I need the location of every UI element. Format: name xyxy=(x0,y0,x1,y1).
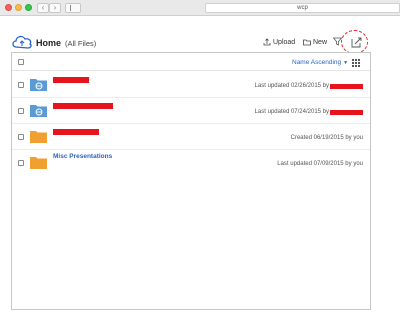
row-meta: Created 06/19/2015 by you xyxy=(290,135,363,141)
folder-icon xyxy=(30,131,47,143)
sidebar-toggle-button[interactable] xyxy=(65,3,81,13)
row-meta: Last updated 02/26/2015 by xyxy=(255,83,363,89)
file-list-panel: Name Ascending ▼ Last updated 02/26/2015… xyxy=(11,52,371,310)
file-name[interactable]: Misc Presentations xyxy=(53,153,112,160)
list-item[interactable]: Created 06/19/2015 by you xyxy=(12,124,370,150)
file-name-redacted[interactable] xyxy=(53,129,99,135)
select-all-checkbox[interactable] xyxy=(18,59,24,65)
file-browser-app: Home (All Files) Upload New Name Ascendi… xyxy=(0,17,400,314)
forward-button[interactable]: › xyxy=(49,3,61,13)
row-checkbox[interactable] xyxy=(18,108,24,114)
upload-icon xyxy=(263,38,271,46)
address-bar[interactable]: wcp xyxy=(205,3,400,13)
list-header: Name Ascending ▼ xyxy=(12,53,370,71)
row-checkbox[interactable] xyxy=(18,134,24,140)
shared-folder-icon xyxy=(30,105,47,117)
list-item[interactable]: Last updated 07/24/2015 by xyxy=(12,98,370,124)
page-subtitle: (All Files) xyxy=(65,39,97,48)
close-window-button[interactable] xyxy=(5,4,12,11)
caret-down-icon: ▼ xyxy=(343,59,349,66)
list-item[interactable]: Misc Presentations Last updated 07/09/20… xyxy=(12,150,370,176)
list-item[interactable]: Last updated 02/26/2015 by xyxy=(12,72,370,98)
maximize-window-button[interactable] xyxy=(25,4,32,11)
row-meta: Last updated 07/09/2015 by you xyxy=(277,161,363,167)
sort-dropdown[interactable]: Name Ascending ▼ xyxy=(292,59,348,66)
minimize-window-button[interactable] xyxy=(15,4,22,11)
page-title: Home xyxy=(36,38,62,48)
file-name-redacted[interactable] xyxy=(53,103,113,109)
share-icon[interactable] xyxy=(348,34,366,50)
cloud-logo-icon xyxy=(12,35,32,49)
row-checkbox[interactable] xyxy=(18,160,24,166)
upload-button[interactable]: Upload xyxy=(263,38,295,46)
browser-titlebar: ‹ › wcp xyxy=(0,0,400,16)
new-folder-icon xyxy=(303,39,311,46)
sort-label: Name Ascending xyxy=(292,59,342,66)
author-redacted xyxy=(330,83,363,89)
upload-label: Upload xyxy=(273,38,296,46)
row-checkbox[interactable] xyxy=(18,82,24,88)
new-button[interactable]: New xyxy=(303,38,327,46)
file-name-redacted[interactable] xyxy=(53,77,89,83)
folder-icon xyxy=(30,157,47,169)
new-label: New xyxy=(313,38,328,46)
back-button[interactable]: ‹ xyxy=(37,3,49,13)
row-meta: Last updated 07/24/2015 by xyxy=(255,109,363,115)
grid-view-icon[interactable] xyxy=(352,59,360,67)
author-redacted xyxy=(330,109,363,115)
shared-folder-icon xyxy=(30,79,47,91)
